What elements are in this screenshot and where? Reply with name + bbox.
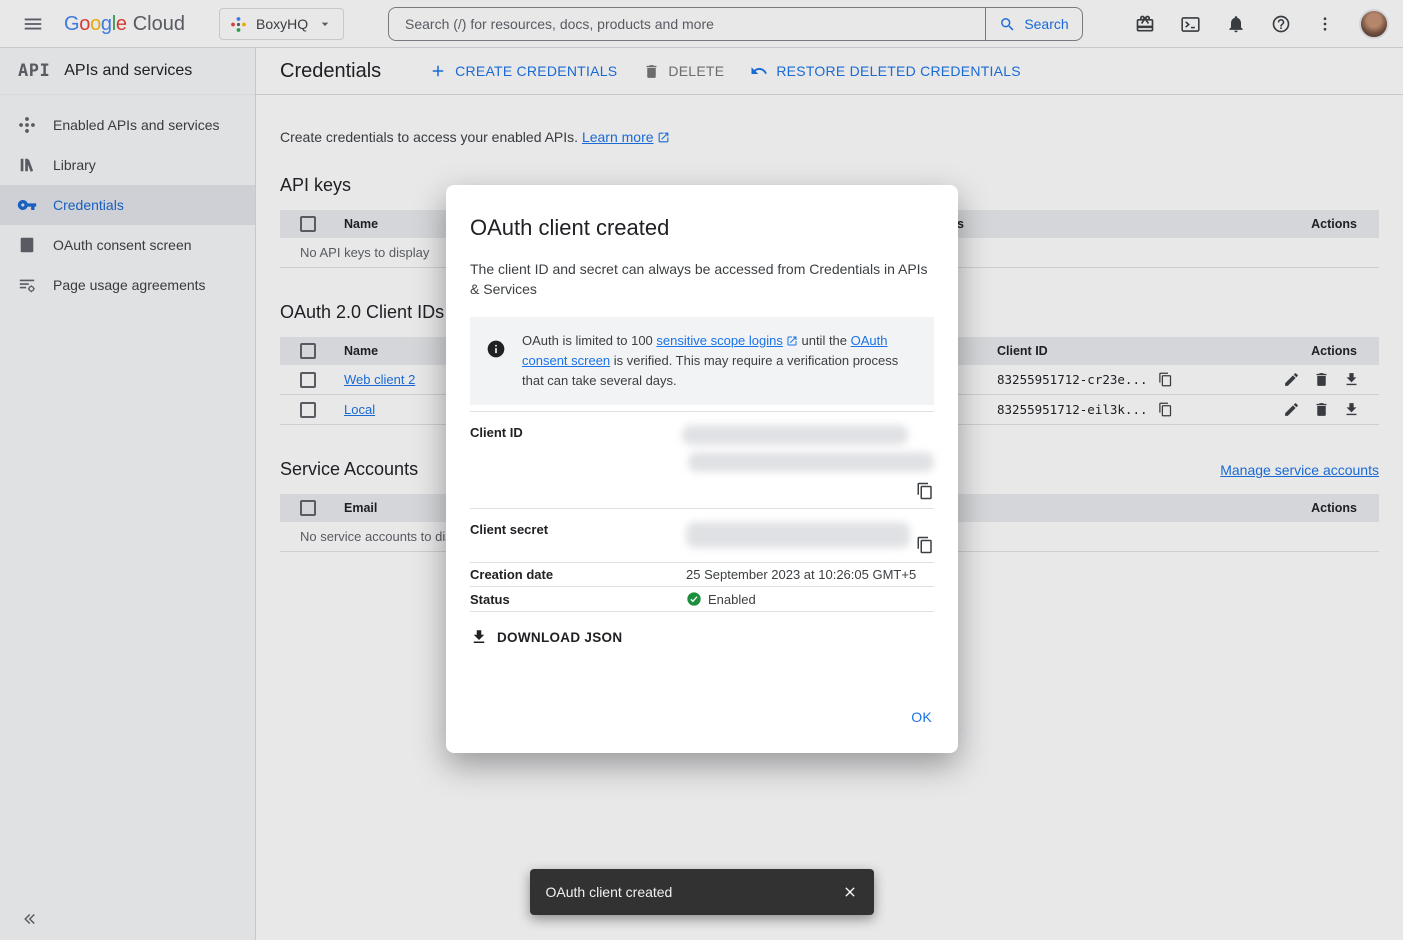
- snackbar-close-icon[interactable]: [834, 876, 866, 908]
- external-link-icon: [786, 335, 798, 347]
- dialog-title: OAuth client created: [470, 215, 934, 241]
- sensitive-scope-logins-link[interactable]: sensitive scope logins: [656, 333, 782, 348]
- creation-date-value: 25 September 2023 at 10:26:05 GMT+5: [686, 567, 916, 582]
- status-label: Status: [470, 592, 686, 607]
- info-banner: OAuth is limited to 100 sensitive scope …: [470, 317, 934, 405]
- client-id-redacted-value: [682, 425, 934, 500]
- copy-client-id-icon[interactable]: [916, 482, 934, 500]
- client-secret-row: Client secret: [470, 508, 934, 562]
- copy-client-secret-icon[interactable]: [916, 536, 934, 554]
- credential-details: Client ID Client secret: [470, 411, 934, 612]
- client-secret-label: Client secret: [470, 522, 686, 554]
- info-banner-text: OAuth is limited to 100 sensitive scope …: [522, 331, 918, 391]
- client-id-row: Client ID: [470, 411, 934, 508]
- download-json-button[interactable]: DOWNLOAD JSON: [470, 628, 622, 646]
- status-row: Status Enabled: [470, 586, 934, 611]
- creation-date-row: Creation date 25 September 2023 at 10:26…: [470, 562, 934, 586]
- check-circle-icon: [686, 591, 702, 607]
- dialog-description: The client ID and secret can always be a…: [470, 259, 934, 299]
- status-value: Enabled: [708, 592, 756, 607]
- info-icon: [486, 331, 506, 391]
- client-secret-redacted-value: [686, 522, 910, 554]
- download-icon: [470, 628, 488, 646]
- snackbar: OAuth client created: [530, 869, 874, 915]
- client-id-label: Client ID: [470, 425, 682, 500]
- oauth-client-created-dialog: OAuth client created The client ID and s…: [446, 185, 958, 753]
- snackbar-message: OAuth client created: [546, 884, 834, 900]
- creation-date-label: Creation date: [470, 567, 686, 582]
- ok-button[interactable]: OK: [911, 709, 932, 725]
